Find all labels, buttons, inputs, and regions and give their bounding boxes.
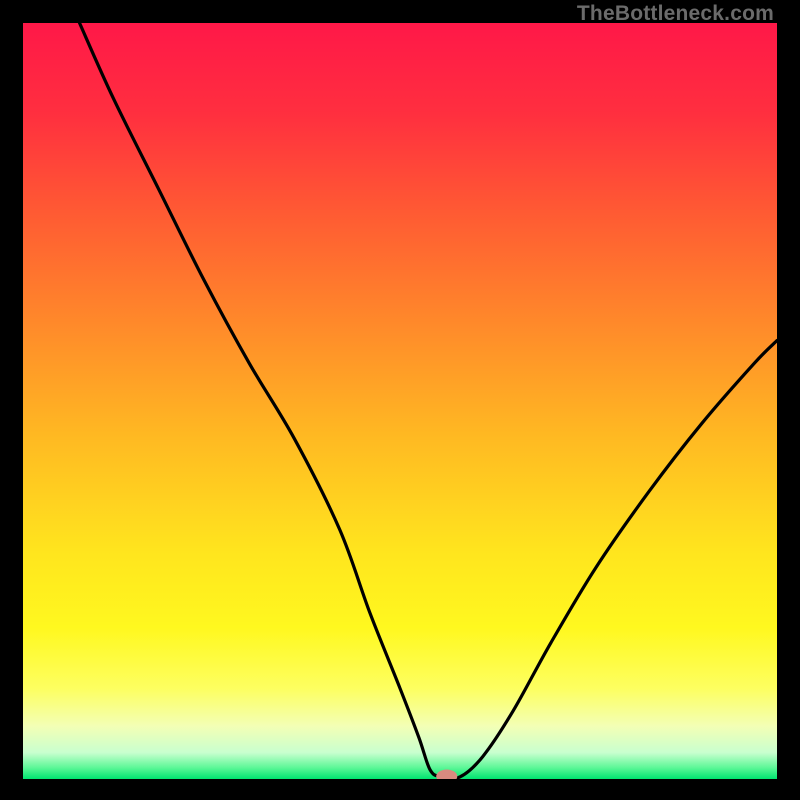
bottleneck-chart <box>23 23 777 779</box>
gradient-background <box>23 23 777 779</box>
plot-area <box>23 23 777 779</box>
chart-frame: TheBottleneck.com <box>0 0 800 800</box>
